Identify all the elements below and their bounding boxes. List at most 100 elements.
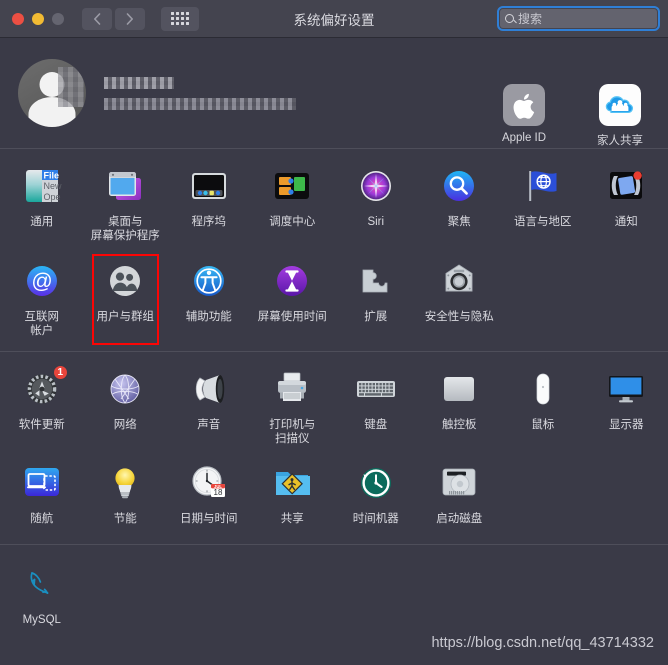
family-sharing-item[interactable]: 家人共享: [586, 84, 654, 148]
displays-icon: [604, 368, 648, 412]
system-preferences-window: 系统偏好设置 搜索 Apple ID 家人共享 File New Ope 通用 …: [0, 0, 668, 665]
apple-id-banner[interactable]: Apple ID 家人共享: [0, 38, 668, 148]
pref-item-users-groups[interactable]: 用户与群组: [84, 252, 168, 345]
pref-item-accessibility[interactable]: 辅助功能: [167, 252, 251, 345]
search-box[interactable]: 搜索: [497, 6, 660, 31]
apple-logo-icon: [503, 84, 545, 126]
avatar-censor-overlay: [58, 67, 84, 107]
preferences-pane-3: MySQL: [0, 545, 668, 649]
pref-item-mission-control[interactable]: 调度中心: [251, 157, 335, 250]
pref-label: 鼠标: [531, 418, 555, 431]
pref-item-desktop-screensaver[interactable]: 桌面与 屏幕保护程序: [84, 157, 168, 250]
forward-button[interactable]: [115, 7, 145, 30]
network-icon: [103, 368, 147, 412]
pref-item-sidecar[interactable]: 随航: [0, 454, 84, 538]
pref-label: 启动磁盘: [436, 513, 483, 526]
mysql-dolphin-icon: [20, 563, 64, 607]
svg-text:New: New: [43, 181, 62, 191]
pref-label: 网络: [113, 418, 137, 431]
pref-label: 共享: [280, 513, 304, 526]
pref-item-trackpad[interactable]: 触控板: [418, 360, 502, 453]
pref-label: 桌面与 屏幕保护程序: [90, 216, 160, 243]
account-email-censored: [104, 97, 296, 110]
pref-item-extensions[interactable]: 扩展: [334, 252, 418, 345]
show-all-button[interactable]: [161, 6, 199, 31]
preferences-pane-2: 1 软件更新 网络 声音 打印机与 扫描仪 键盘 触控板 鼠标 显示器 随航 节…: [0, 352, 668, 545]
pref-item-software-update[interactable]: 1 软件更新: [0, 360, 84, 453]
pref-label: 通用: [30, 216, 54, 228]
search-icon: [505, 14, 514, 23]
keyboard-icon: [354, 368, 398, 412]
search-field[interactable]: 搜索: [500, 9, 657, 28]
family-sharing-label: 家人共享: [597, 135, 643, 147]
pref-item-mysql[interactable]: MySQL: [0, 555, 84, 639]
watermark-url: https://blog.csdn.net/qq_43714332: [431, 635, 654, 651]
pref-item-sharing[interactable]: 共享: [251, 454, 335, 538]
startup-disk-icon: [437, 462, 481, 506]
svg-text:File: File: [43, 171, 59, 181]
preferences-grid-2: 1 软件更新 网络 声音 打印机与 扫描仪 键盘 触控板 鼠标 显示器 随航 节…: [0, 360, 668, 539]
pref-item-spotlight[interactable]: 聚焦: [418, 157, 502, 250]
siri-icon: [354, 165, 398, 209]
pref-item-printers-scanners[interactable]: 打印机与 扫描仪: [251, 360, 335, 453]
family-sharing-icon: [599, 84, 641, 126]
pref-label: 语言与地区: [514, 216, 572, 228]
pref-item-internet-accounts[interactable]: @ 互联网 帐户: [0, 252, 84, 345]
apple-id-item[interactable]: Apple ID: [490, 84, 558, 148]
back-button[interactable]: [82, 7, 112, 30]
pref-label: 打印机与 扫描仪: [269, 418, 316, 445]
preferences-pane-1: File New Ope 通用 桌面与 屏幕保护程序 程序坞 调度中心 Siri…: [0, 149, 668, 351]
printers-scanners-icon: [270, 368, 314, 412]
general-icon: File New Ope: [20, 165, 64, 209]
zoom-button[interactable]: [52, 12, 64, 25]
pref-label: MySQL: [22, 614, 61, 627]
date-time-icon: JUL 18: [187, 462, 231, 506]
avatar[interactable]: [18, 59, 86, 127]
pref-item-displays[interactable]: 显示器: [585, 360, 668, 453]
chevron-left-icon: [94, 12, 101, 25]
pref-label: 节能: [113, 513, 137, 526]
sharing-icon: [270, 462, 314, 506]
pref-label: 声音: [197, 418, 221, 431]
close-button[interactable]: [12, 12, 24, 25]
pref-item-date-time[interactable]: JUL 18 日期与时间: [167, 454, 251, 538]
sidecar-icon: [20, 462, 64, 506]
account-shortcuts: Apple ID 家人共享: [490, 84, 654, 148]
search-placeholder: 搜索: [518, 12, 543, 26]
accessibility-icon: [187, 260, 231, 304]
preferences-grid-1: File New Ope 通用 桌面与 屏幕保护程序 程序坞 调度中心 Siri…: [0, 157, 668, 345]
pref-item-sound[interactable]: 声音: [167, 360, 251, 453]
pref-item-dock[interactable]: 程序坞: [167, 157, 251, 250]
pref-label: 互联网 帐户: [24, 310, 60, 338]
pref-item-general[interactable]: File New Ope 通用: [0, 157, 84, 250]
pref-label: 屏幕使用时间: [257, 310, 327, 323]
pref-label: Siri: [367, 216, 385, 228]
pref-item-siri[interactable]: Siri: [334, 157, 418, 250]
screen-time-icon: [270, 260, 314, 304]
extensions-icon: [354, 260, 398, 304]
navigation-buttons: [82, 7, 145, 30]
pref-label: 通知: [614, 216, 638, 228]
pref-label: 随航: [30, 513, 54, 526]
pref-item-notifications[interactable]: 通知: [585, 157, 668, 250]
pref-label: 触控板: [442, 418, 477, 431]
pref-item-mouse[interactable]: 鼠标: [501, 360, 585, 453]
pref-label: 键盘: [364, 418, 388, 431]
trackpad-icon: [437, 368, 481, 412]
svg-text:Ope: Ope: [43, 192, 60, 202]
pref-item-energy-saver[interactable]: 节能: [84, 454, 168, 538]
pref-item-startup-disk[interactable]: 启动磁盘: [418, 454, 502, 538]
update-badge: 1: [52, 364, 68, 380]
pref-item-screen-time[interactable]: 屏幕使用时间: [251, 252, 335, 345]
traffic-lights: [12, 12, 64, 25]
pref-label: 软件更新: [18, 418, 65, 431]
pref-item-network[interactable]: 网络: [84, 360, 168, 453]
pref-item-keyboard[interactable]: 键盘: [334, 360, 418, 453]
pref-item-time-machine[interactable]: 时间机器: [334, 454, 418, 538]
grid-icon: [171, 12, 189, 25]
pref-item-language-region[interactable]: 语言与地区: [501, 157, 585, 250]
minimize-button[interactable]: [32, 12, 44, 25]
pref-item-security-privacy[interactable]: 安全性与隐私: [418, 252, 502, 345]
internet-accounts-icon: @: [20, 260, 64, 304]
pref-label: 显示器: [609, 418, 644, 431]
